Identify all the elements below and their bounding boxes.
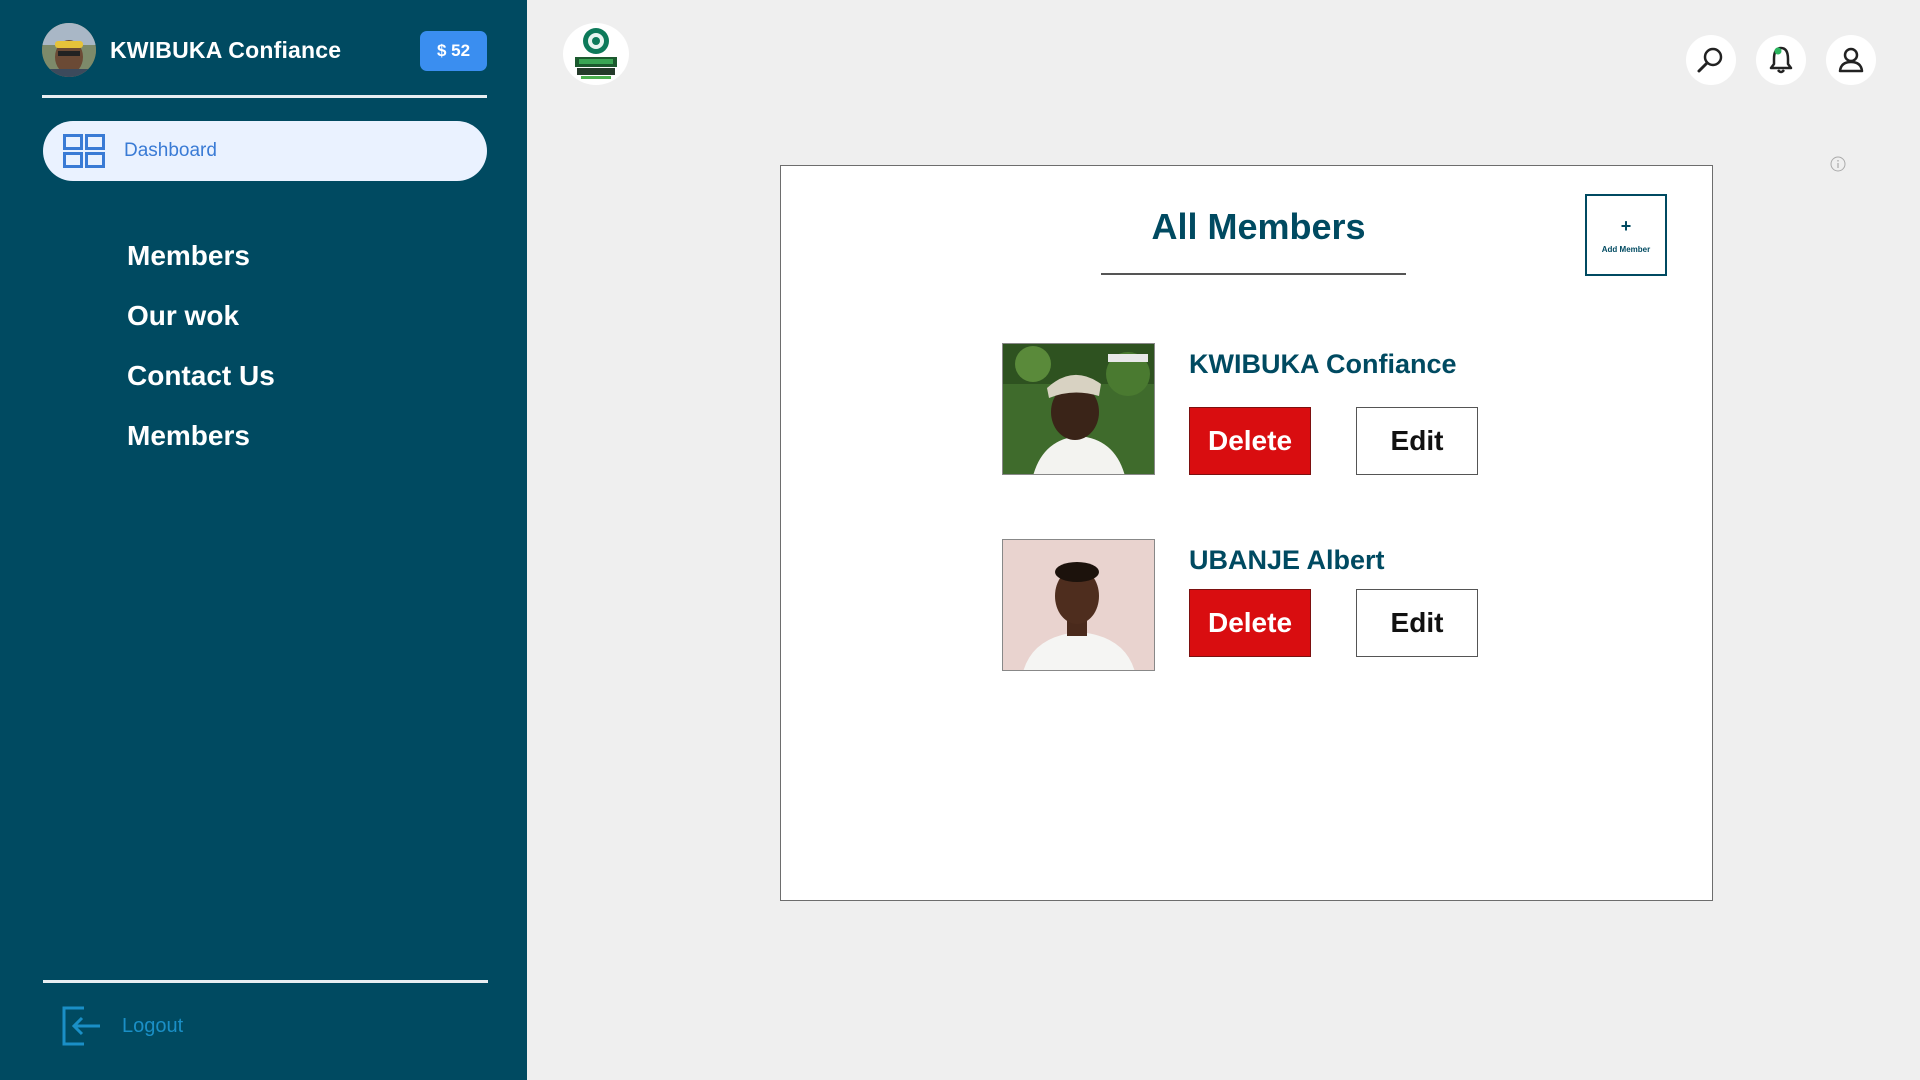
- page-title: All Members: [1151, 206, 1366, 247]
- account-button[interactable]: [1826, 35, 1876, 85]
- grid-icon: [63, 134, 105, 168]
- sidebar-item-dashboard[interactable]: Dashboard: [43, 121, 487, 181]
- search-icon: [1697, 47, 1723, 73]
- app-logo[interactable]: [563, 23, 629, 85]
- sidebar-item-label: Dashboard: [124, 140, 217, 161]
- sidebar-nav: Members Our wok Contact Us Members: [127, 236, 275, 476]
- sidebar: KWIBUKA Confiance $ 52 Dashboard Members…: [0, 0, 527, 1080]
- balance-badge[interactable]: $ 52: [420, 31, 487, 71]
- user-profile[interactable]: KWIBUKA Confiance $ 52: [42, 22, 487, 78]
- user-icon: [1838, 47, 1864, 73]
- plus-icon: +: [1620, 215, 1632, 236]
- add-member-label: Add Member: [1601, 244, 1651, 254]
- divider: [43, 980, 488, 983]
- bell-icon: [1769, 46, 1793, 74]
- member-photo: [1002, 539, 1155, 671]
- info-icon[interactable]: [1830, 156, 1846, 172]
- member-name: UBANJE Albert: [1189, 545, 1385, 575]
- logout-icon: [62, 1006, 100, 1046]
- member-row: UBANJE Albert Delete Edit: [1002, 539, 1502, 673]
- delete-button[interactable]: Delete: [1189, 589, 1311, 657]
- sidebar-item-our-work[interactable]: Our wok: [127, 296, 275, 356]
- logout-label: Logout: [122, 1014, 184, 1037]
- avatar[interactable]: [42, 23, 96, 77]
- members-card: All Members + Add Member KWIBUKA Confian…: [780, 165, 1713, 901]
- logout-button[interactable]: Logout: [62, 1006, 183, 1046]
- member-photo: [1002, 343, 1155, 475]
- sidebar-item-members-2[interactable]: Members: [127, 416, 275, 476]
- add-member-button[interactable]: + Add Member: [1585, 194, 1667, 276]
- sidebar-item-contact-us[interactable]: Contact Us: [127, 356, 275, 416]
- member-name: KWIBUKA Confiance: [1189, 349, 1457, 379]
- title-underline: [1101, 273, 1406, 275]
- member-row: KWIBUKA Confiance Delete Edit: [1002, 343, 1502, 477]
- search-button[interactable]: [1686, 35, 1736, 85]
- sidebar-item-members[interactable]: Members: [127, 236, 275, 296]
- edit-button[interactable]: Edit: [1356, 407, 1478, 475]
- notifications-button[interactable]: [1756, 35, 1806, 85]
- delete-button[interactable]: Delete: [1189, 407, 1311, 475]
- edit-button[interactable]: Edit: [1356, 589, 1478, 657]
- user-name: KWIBUKA Confiance: [110, 36, 342, 63]
- divider: [42, 95, 487, 98]
